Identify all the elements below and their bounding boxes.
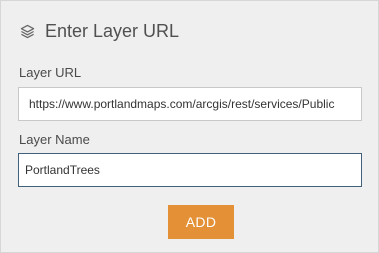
enter-layer-url-panel: Enter Layer URL Layer URL Layer Name ADD: [0, 0, 379, 253]
add-button[interactable]: ADD: [168, 205, 234, 239]
layers-icon: [19, 23, 35, 39]
panel-header: Enter Layer URL: [19, 19, 179, 43]
layer-name-input[interactable]: [18, 153, 362, 187]
panel-title: Enter Layer URL: [45, 21, 180, 41]
layer-url-label: Layer URL: [19, 65, 82, 80]
layer-name-label: Layer Name: [19, 132, 90, 147]
layer-url-input[interactable]: [18, 87, 362, 121]
